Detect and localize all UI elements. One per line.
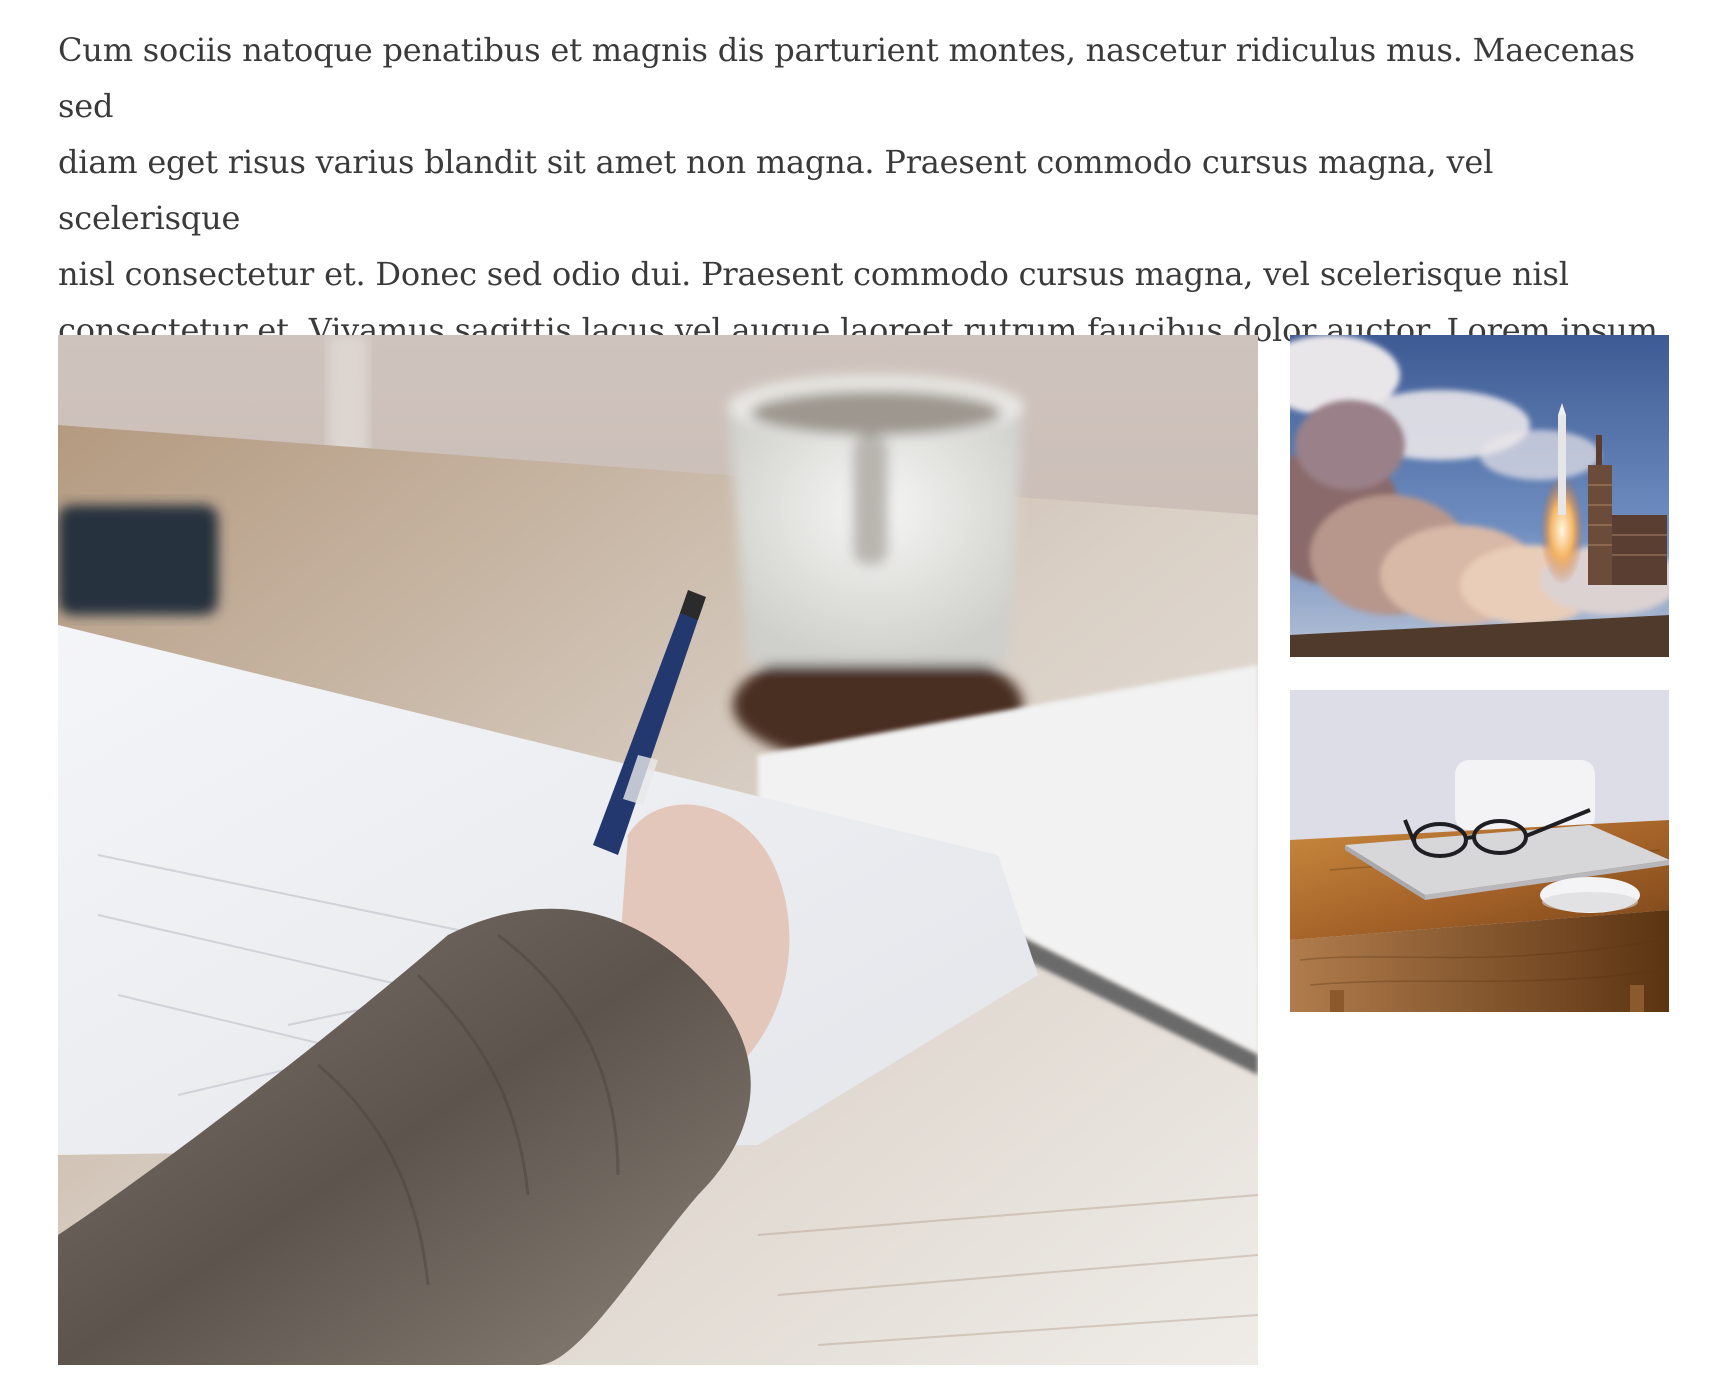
writing-desk-photo[interactable] <box>58 335 1258 1365</box>
laptop-glasses-photo[interactable] <box>1290 690 1669 1012</box>
writing-desk-image <box>58 335 1258 1365</box>
laptop-glasses-image <box>1290 690 1669 1012</box>
rocket-launch-photo[interactable] <box>1290 335 1669 657</box>
image-gallery <box>58 335 1669 1365</box>
rocket-launch-image <box>1290 335 1669 657</box>
